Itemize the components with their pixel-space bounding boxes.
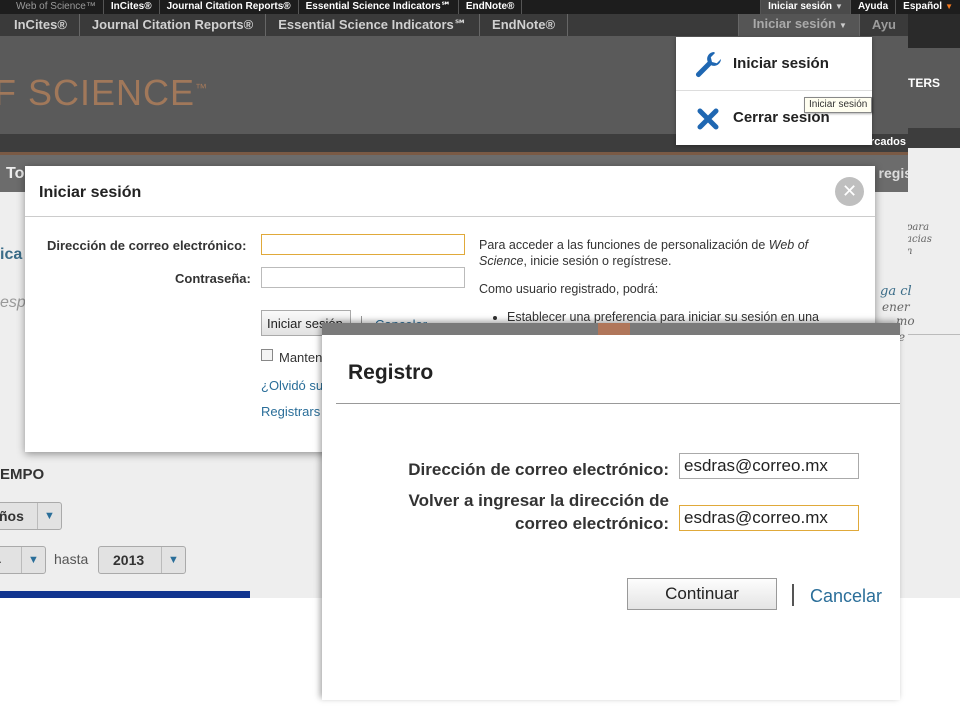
- to-label: hasta: [54, 551, 89, 567]
- top-help-link[interactable]: Ayuda: [849, 0, 895, 14]
- chevron-down-icon: ▼: [835, 2, 843, 11]
- marked-list-link[interactable]: rcados: [870, 136, 906, 148]
- register-email-confirm-input[interactable]: [679, 505, 859, 531]
- login-password-input[interactable]: [261, 267, 465, 288]
- register-dialog-accent: [598, 323, 630, 335]
- login-info-intro: Para acceder a las funciones de personal…: [479, 237, 839, 269]
- right-fragment-n: n: [908, 246, 912, 257]
- register-dialog-divider: [336, 403, 900, 404]
- to-year-value: 2013: [113, 552, 145, 568]
- top-signin-label: Iniciar sesión: [768, 1, 833, 12]
- nav-help-link[interactable]: Ayu: [858, 14, 908, 36]
- right-subrow: [908, 128, 960, 148]
- secondary-nav-bar: InCites® Journal Citation Reports® Essen…: [0, 14, 908, 37]
- remember-me-label: Manten: [279, 350, 323, 365]
- top-link-incites[interactable]: InCites®: [104, 0, 160, 14]
- nav-right: Iniciar sesión ▼ Ayu: [737, 14, 908, 37]
- continue-button[interactable]: Continuar: [627, 578, 777, 610]
- register-dialog-topstrip: [322, 323, 900, 335]
- login-dialog-divider: [25, 216, 875, 217]
- top-product-bar: Web of Science™ InCites® Journal Citatio…: [0, 0, 960, 14]
- right-page-body: para acias n: [908, 148, 960, 598]
- from-year-value: 4: [0, 552, 1, 568]
- top-language-menu[interactable]: Español ▼: [895, 0, 960, 14]
- remember-me-checkbox[interactable]: [261, 349, 273, 361]
- right-header-dark: TERS: [908, 48, 960, 128]
- register-dialog-title: Registro: [348, 361, 434, 384]
- login-email-input[interactable]: [261, 234, 465, 255]
- chevron-down-icon: ▼: [839, 21, 847, 30]
- register-email-input[interactable]: [679, 453, 859, 479]
- register-email-confirm-label-line2: correo electrónico:: [515, 514, 669, 533]
- register-separator: [792, 584, 794, 606]
- info-intro-part1: Para acceder a las funciones de personal…: [479, 238, 769, 252]
- top-link-web-of-science[interactable]: Web of Science™: [0, 0, 104, 14]
- top-signin-menu[interactable]: Iniciar sesión ▼: [760, 0, 850, 14]
- nav-link-incites[interactable]: InCites®: [0, 14, 80, 36]
- register-cancel-link[interactable]: Cancelar: [810, 586, 882, 607]
- login-email-label: Dirección de correo electrónico:: [47, 238, 247, 253]
- tab-register-fragment[interactable]: regis: [879, 165, 908, 181]
- right-fragment-gacl: ga cl: [880, 284, 912, 299]
- wrench-icon: [696, 52, 721, 77]
- bg-text-fragment: ica: [0, 246, 23, 263]
- login-password-label: Contraseña:: [175, 271, 251, 286]
- top-link-endnote[interactable]: EndNote®: [459, 0, 523, 14]
- reuters-fragment: TERS: [908, 76, 941, 90]
- nav-link-jcr[interactable]: Journal Citation Reports®: [80, 14, 267, 36]
- years-select-value: ños: [0, 508, 24, 524]
- tab-search-fragment[interactable]: To: [6, 165, 24, 183]
- from-year-select[interactable]: 4 ▼: [0, 546, 46, 574]
- top-bar-right: Iniciar sesión ▼ Ayuda Español ▼: [760, 0, 960, 14]
- top-link-jcr[interactable]: Journal Citation Reports®: [160, 0, 299, 14]
- right-nav-dark: [908, 14, 960, 48]
- brand-text: F SCIENCE: [0, 72, 196, 113]
- register-email-confirm-label: Volver a ingresar la dirección de correo…: [362, 489, 669, 535]
- login-info-registered: Como usuario registrado, podrá:: [479, 282, 659, 296]
- timespan-heading: EMPO: [0, 466, 45, 483]
- chevron-down-icon: ▼: [21, 547, 45, 573]
- register-link[interactable]: Registrars: [261, 404, 320, 419]
- top-language-label: Español: [903, 1, 943, 12]
- close-x-icon: [697, 108, 719, 130]
- forgot-password-link[interactable]: ¿Olvidó su: [261, 378, 323, 393]
- years-select[interactable]: ños ▼: [0, 502, 62, 530]
- right-fragment-acias: acias: [908, 234, 932, 245]
- signin-tooltip: Iniciar sesión: [804, 97, 873, 113]
- login-dialog-title: Iniciar sesión: [39, 184, 142, 201]
- register-email-confirm-label-line1: Volver a ingresar la dirección de: [408, 491, 669, 510]
- register-dialog: Registro Dirección de correo electrónico…: [322, 323, 900, 700]
- right-fragment-ener: ener: [882, 300, 910, 314]
- nav-link-endnote[interactable]: EndNote®: [480, 14, 569, 36]
- right-fragment-para: para: [908, 222, 930, 233]
- to-year-select[interactable]: 2013 ▼: [98, 546, 186, 574]
- menu-item-signin[interactable]: Iniciar sesión: [676, 37, 872, 91]
- chevron-down-icon: ▼: [945, 2, 953, 11]
- info-intro-part2: , inicie sesión o regístrese.: [523, 254, 672, 268]
- nav-link-esi[interactable]: Essential Science Indicators℠: [266, 14, 481, 36]
- login-info-panel: Para acceder a las funciones de personal…: [479, 237, 839, 325]
- right-background-strip: TERS para acias n: [908, 14, 960, 598]
- search-bar-strip: [0, 591, 250, 598]
- menu-item-signin-label: Iniciar sesión: [733, 55, 829, 72]
- register-email-label: Dirección de correo electrónico:: [408, 460, 669, 479]
- brand-tm: ™: [195, 81, 209, 95]
- close-icon[interactable]: ✕: [835, 177, 864, 206]
- top-link-esi[interactable]: Essential Science Indicators℠: [299, 0, 459, 14]
- nav-signin-label: Iniciar sesión: [752, 16, 836, 31]
- brand-logo: F SCIENCE™: [0, 72, 208, 114]
- chevron-down-icon: ▼: [161, 547, 185, 573]
- right-divider: [908, 334, 960, 335]
- nav-signin-menu[interactable]: Iniciar sesión ▼: [737, 14, 859, 37]
- signin-dropdown-menu: Iniciar sesión Cerrar sesión: [676, 37, 872, 145]
- chevron-down-icon: ▼: [37, 503, 61, 529]
